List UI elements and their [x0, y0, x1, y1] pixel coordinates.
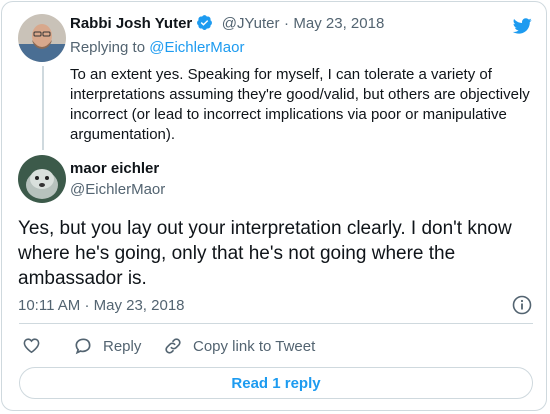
read-replies-label: Read 1 reply [231, 374, 321, 392]
main-tweet-date: May 23, 2018 [93, 297, 185, 314]
reply-tweet-text: To an extent yes. Speaking for myself, I… [70, 66, 530, 143]
twitter-bird-icon[interactable] [510, 16, 534, 36]
main-author-name[interactable]: maor eichler [70, 160, 159, 177]
copy-link-button[interactable]: Copy link to Tweet [163, 336, 315, 356]
tweet-embed-card: Rabbi Josh Yuter @JYuter · May 23, 2018 … [1, 1, 547, 411]
replying-to-line: Replying to @EichlerMaor [70, 39, 244, 56]
main-tweet-time: 10:11 AM [18, 297, 81, 314]
main-tweet-author: maor eichler [70, 160, 159, 177]
avatar-maor-eichler[interactable] [18, 155, 66, 203]
reply-tweet-header: Rabbi Josh Yuter @JYuter · May 23, 2018 [70, 14, 384, 33]
heart-icon [23, 338, 40, 354]
read-replies-button[interactable]: Read 1 reply [19, 367, 533, 399]
reply-icon [75, 338, 91, 355]
main-author-handle[interactable]: @EichlerMaor [70, 181, 165, 198]
info-icon[interactable] [512, 295, 532, 315]
copy-link-label: Copy link to Tweet [193, 337, 316, 355]
thread-connector-line [42, 66, 44, 150]
link-icon [165, 338, 181, 354]
main-tweet-timestamp[interactable]: 10:11 AM · May 23, 2018 [18, 297, 185, 314]
reply-author-name[interactable]: Rabbi Josh Yuter [70, 15, 192, 32]
replying-to-prefix: Replying to [70, 39, 146, 56]
reply-button[interactable]: Reply [73, 336, 141, 356]
reply-author-handle[interactable]: @JYuter [222, 15, 280, 32]
reply-label: Reply [103, 337, 142, 355]
reply-date[interactable]: May 23, 2018 [293, 15, 384, 32]
replying-to-handle[interactable]: @EichlerMaor [149, 39, 244, 56]
avatar-rabbi-josh-yuter[interactable] [18, 14, 66, 62]
timestamp-separator: · [84, 297, 90, 314]
reply-separator: · [283, 15, 289, 32]
verified-badge-icon [196, 14, 213, 31]
like-button[interactable] [22, 336, 41, 355]
actions-divider [19, 323, 533, 324]
main-tweet-text: Yes, but you lay out your interpretation… [18, 218, 512, 289]
